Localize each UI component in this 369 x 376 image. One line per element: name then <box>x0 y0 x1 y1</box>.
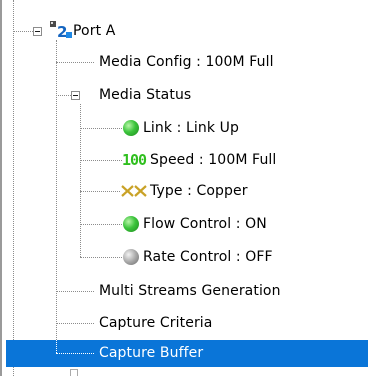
tree-item-link[interactable]: Link : Link Up <box>143 118 239 138</box>
media-status-collapse-toggle[interactable] <box>71 91 80 100</box>
tree-item-capture-buffer[interactable]: Capture Buffer <box>99 343 203 363</box>
port-icon: 2 <box>49 20 73 41</box>
tree-line-media-config <box>56 62 94 63</box>
tree-line-speed <box>80 160 122 161</box>
tree-item-media-status[interactable]: Media Status <box>99 85 191 105</box>
tree-line-type <box>80 191 120 192</box>
panel-left-border <box>0 0 2 376</box>
copper-icon <box>121 185 147 197</box>
tree-item-type[interactable]: Type : Copper <box>150 181 248 201</box>
tree-line-capture-buffer-v <box>56 340 57 353</box>
tree-item-port-a[interactable]: Port A <box>73 21 115 41</box>
green-status-icon <box>123 120 139 136</box>
next-item-fragment <box>70 369 78 376</box>
tree-item-flow-control[interactable]: Flow Control : ON <box>143 214 267 234</box>
tree-line-media-status <box>56 95 71 96</box>
tree-line-link <box>80 128 122 129</box>
tree-item-speed[interactable]: Speed : 100M Full <box>150 150 276 170</box>
tree-line-port-children <box>56 40 57 352</box>
speed-100-icon: 100 <box>122 151 147 169</box>
svg-text:2: 2 <box>57 23 67 40</box>
tree-line-capture-buffer <box>56 353 94 354</box>
tree-line-root <box>13 0 14 376</box>
tree-line-capture-criteria <box>56 323 94 324</box>
green-status-icon <box>123 216 139 232</box>
tree-line-status-children <box>80 104 81 257</box>
grey-status-icon <box>123 249 139 265</box>
tree-line-multi-streams <box>56 291 94 292</box>
tree-item-capture-criteria[interactable]: Capture Criteria <box>99 313 212 333</box>
tree-line-rate <box>80 257 122 258</box>
tree-line-flow <box>80 224 122 225</box>
tree-line-port <box>13 31 33 32</box>
tree-item-multi-streams[interactable]: Multi Streams Generation <box>99 281 281 301</box>
tree-item-rate-control[interactable]: Rate Control : OFF <box>143 247 273 267</box>
port-collapse-toggle[interactable] <box>33 27 42 36</box>
tree-item-media-config[interactable]: Media Config : 100M Full <box>99 52 274 72</box>
